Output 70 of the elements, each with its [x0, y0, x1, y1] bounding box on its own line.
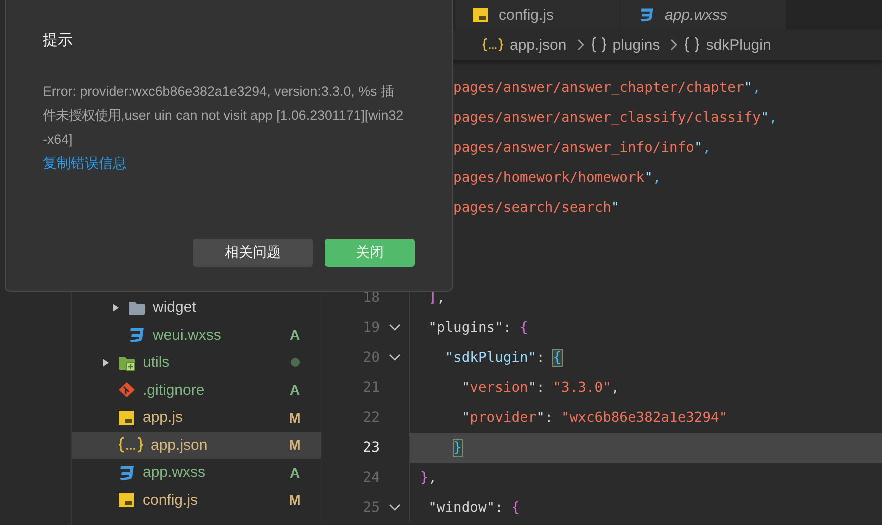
git-status: A — [290, 382, 300, 398]
code-line: "version": "3.3.0", — [460, 380, 620, 396]
editor-tab[interactable]: config.js — [455, 0, 621, 30]
file-tree-item[interactable]: app.wxss A — [72, 459, 321, 486]
breadcrumb-item[interactable]: sdkPlugin — [706, 36, 772, 54]
code-line: pages/answer/answer_chapter/chapter", — [452, 80, 761, 96]
braces-icon — [118, 437, 144, 454]
file-name: .gitignore — [143, 382, 206, 399]
file-icon — [118, 410, 136, 426]
code-line: "plugins": { — [428, 320, 528, 336]
copy-error-link[interactable]: 复制错误信息 — [43, 152, 127, 174]
file-tree-item[interactable]: app.json M — [72, 432, 321, 459]
code-line: "provider": "wxc6b86e382a1e3294" — [460, 410, 728, 426]
file-tree-item[interactable]: app.js M — [72, 404, 321, 432]
diamond-icon — [118, 382, 136, 398]
fold-chevron-icon[interactable] — [388, 504, 400, 512]
file-name: app.js — [143, 409, 184, 426]
file-icon — [473, 7, 489, 23]
line-number: 24 — [363, 470, 380, 486]
braces-icon — [684, 37, 700, 53]
line-number: 19 — [363, 320, 380, 336]
error-message: Error: provider:wxc6b86e382a1e3294, version:3.3.0, %s 插件未授权使用,user uin can not visit app [1.06.2301171][win32-x64] — [43, 83, 404, 149]
chevron-icon — [576, 39, 585, 51]
line-number: 25 — [363, 500, 380, 516]
file-icon — [128, 327, 146, 344]
expand-arrow-icon[interactable] — [102, 358, 110, 368]
line-number: 23 — [363, 440, 380, 456]
file-tree-item[interactable]: widget — [72, 294, 321, 322]
line-number: 21 — [363, 380, 380, 396]
git-status: M — [289, 492, 301, 508]
file-tree-item[interactable]: utils — [72, 349, 321, 376]
code-line: pages/search/search" — [452, 200, 620, 216]
file-icon — [639, 7, 655, 23]
line-number: 20 — [363, 350, 380, 366]
code-line: pages/answer/answer_info/info", — [452, 140, 712, 156]
fold-chevron-icon[interactable] — [388, 324, 400, 332]
file-icon — [118, 492, 136, 508]
code-line: pages/homework/homework", — [452, 170, 662, 186]
related-issues-button[interactable]: 相关问题 — [193, 239, 313, 267]
file-name: weui.wxss — [153, 326, 222, 344]
file-name: app.json — [151, 436, 209, 454]
line-number: 22 — [363, 410, 380, 426]
dialog-title: 提示 — [43, 31, 74, 50]
code-line: }, — [419, 470, 437, 486]
expand-arrow-icon[interactable] — [112, 302, 120, 313]
file-tree-item[interactable]: .gitignore A — [72, 376, 321, 404]
breadcrumb-item[interactable]: app.json — [510, 36, 567, 54]
braces-icon — [482, 37, 504, 53]
code-line: "sdkPlugin": { — [444, 350, 562, 366]
file-icon — [118, 464, 136, 481]
editor-tab[interactable]: app.wxss — [621, 0, 787, 30]
code-line: "window": { — [428, 500, 520, 516]
file-name: config.js — [143, 492, 200, 509]
fold-chevron-icon[interactable] — [388, 354, 400, 362]
file-name: utils — [143, 354, 171, 372]
file-name: app.wxss — [143, 464, 207, 482]
line-number: 18 — [363, 290, 380, 306]
file-tree-item[interactable]: config.js M — [72, 486, 321, 514]
git-status: M — [289, 410, 301, 426]
chevron-icon — [670, 39, 678, 51]
git-status: M — [289, 437, 301, 454]
git-status: A — [290, 464, 300, 481]
code-line: pages/answer/answer_classify/classify", — [452, 110, 778, 126]
git-status: A — [290, 327, 300, 344]
breadcrumb-item[interactable]: plugins — [612, 36, 660, 54]
folder-icon — [128, 300, 146, 316]
file-tree-item[interactable]: weui.wxss A — [72, 322, 321, 349]
braces-icon — [590, 37, 607, 53]
folder-icon — [118, 354, 136, 371]
file-name: widget — [153, 299, 198, 316]
